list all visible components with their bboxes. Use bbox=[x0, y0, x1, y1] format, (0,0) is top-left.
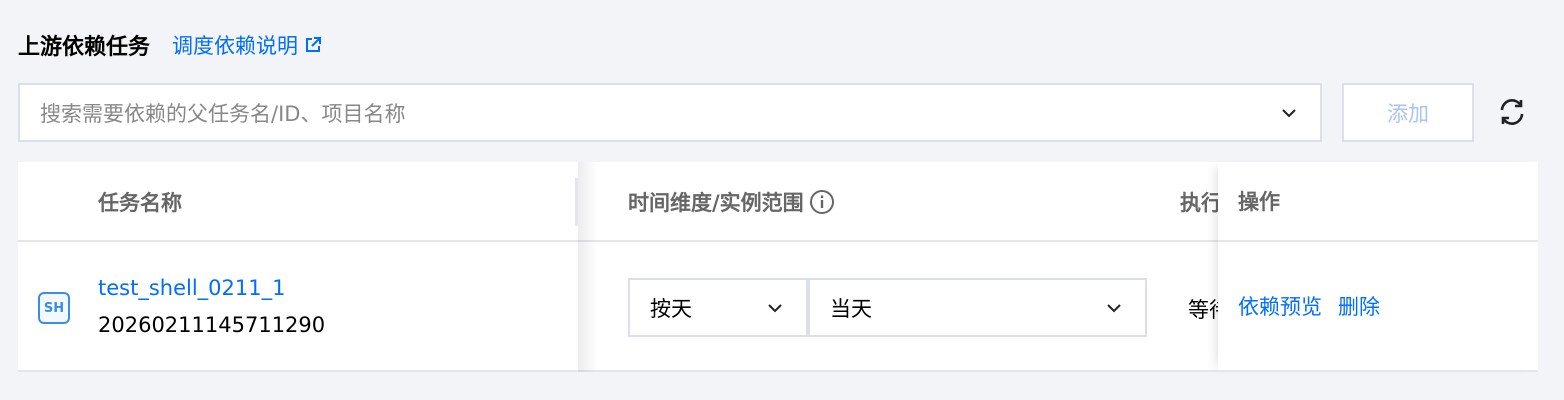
info-icon[interactable] bbox=[808, 188, 836, 216]
instance-range-value: 当天 bbox=[830, 296, 872, 321]
time-dimension-value: 按天 bbox=[650, 296, 692, 321]
dependency-table: 任务名称 时间维度/实例范围 执行 SH test_shell_0211_1 2… bbox=[18, 162, 1538, 372]
column-header-task-name: 任务名称 bbox=[98, 191, 182, 215]
dependency-help-link-label: 调度依赖说明 bbox=[172, 34, 299, 58]
chevron-down-icon bbox=[1282, 108, 1296, 117]
refresh-icon bbox=[1500, 99, 1524, 125]
section-header: 上游依赖任务 调度依赖说明 bbox=[18, 28, 322, 62]
instance-range-select[interactable]: 当天 bbox=[808, 278, 1147, 337]
delete-link[interactable]: 删除 bbox=[1338, 291, 1380, 321]
column-header-operations: 操作 bbox=[1218, 162, 1538, 242]
fixed-operations-column: 操作 依赖预览 删除 bbox=[1218, 162, 1538, 372]
exec-value: 等待 bbox=[1188, 298, 1218, 322]
operations-cell: 依赖预览 删除 bbox=[1218, 242, 1538, 372]
task-name-link[interactable]: test_shell_0211_1 bbox=[98, 276, 285, 300]
time-dimension-select[interactable]: 按天 bbox=[628, 278, 808, 337]
dependency-help-link[interactable]: 调度依赖说明 bbox=[172, 30, 322, 60]
shell-task-icon: SH bbox=[38, 292, 70, 324]
parent-task-search-select[interactable]: 搜索需要依赖的父任务名/ID、项目名称 bbox=[18, 83, 1322, 142]
column-header-time-range-label: 时间维度/实例范围 bbox=[628, 191, 804, 215]
dependency-preview-link[interactable]: 依赖预览 bbox=[1238, 291, 1322, 321]
chevron-down-icon bbox=[768, 303, 782, 312]
section-title: 上游依赖任务 bbox=[18, 35, 151, 60]
search-placeholder: 搜索需要依赖的父任务名/ID、项目名称 bbox=[40, 101, 406, 126]
column-header-exec: 执行 bbox=[1180, 191, 1218, 215]
add-button[interactable]: 添加 bbox=[1342, 83, 1474, 142]
refresh-button[interactable] bbox=[1494, 94, 1530, 130]
external-link-icon bbox=[306, 37, 322, 52]
chevron-down-icon bbox=[1107, 303, 1121, 312]
task-id: 20260211145711290 bbox=[98, 313, 326, 337]
upstream-dependency-panel: 上游依赖任务 调度依赖说明 搜索需要依赖的父任务名/ID、项目名称 添加 任务名… bbox=[0, 0, 1564, 400]
column-resizer[interactable] bbox=[575, 178, 578, 226]
column-header-time-range: 时间维度/实例范围 bbox=[628, 162, 836, 242]
